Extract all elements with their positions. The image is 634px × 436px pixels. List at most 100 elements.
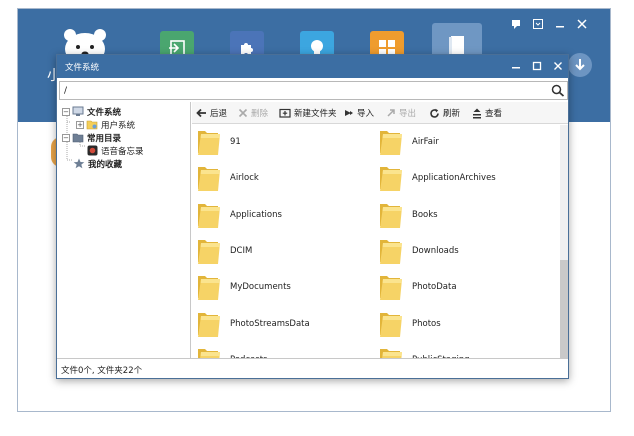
file-grid: 91 AirFair Airlock ApplicationArchives Appli… — [192, 125, 560, 358]
folder-icon — [380, 131, 402, 155]
folder-item[interactable]: DCIM — [196, 236, 366, 266]
folder-icon — [380, 276, 402, 301]
dialog-title: 文件系统 — [65, 63, 100, 73]
voice-memo-icon — [87, 145, 98, 156]
folder-icon — [198, 203, 220, 228]
folder-icon — [380, 348, 402, 358]
folder-name: MyDocuments — [230, 282, 291, 293]
folder-icon — [380, 312, 402, 337]
folder-name: Photos — [412, 318, 441, 329]
folder-icon — [380, 167, 402, 192]
folder-icon — [72, 133, 84, 143]
folder-item[interactable]: Books — [378, 200, 548, 230]
search-icon[interactable] — [551, 84, 565, 97]
folder-item[interactable]: AirFair — [378, 127, 548, 157]
dialog-maximize-icon[interactable] — [531, 60, 543, 72]
folder-item[interactable]: 91 — [196, 127, 366, 157]
import-arrow-icon — [345, 110, 353, 116]
feedback-icon[interactable] — [510, 18, 522, 30]
expand-icon[interactable]: + — [76, 120, 84, 129]
back-label: 后退 — [210, 109, 228, 119]
tree-item-label: 我的收藏 — [88, 159, 123, 170]
folder-tree: − 文件系统 + 用户系统 − 常用目录 语音备忘录 我的收藏 — [59, 102, 191, 358]
new-folder-label: 新建文件夹 — [294, 109, 337, 119]
download-button[interactable] — [568, 53, 592, 77]
folder-name: Airlock — [230, 173, 259, 184]
minimize-icon[interactable] — [554, 18, 566, 30]
export-button[interactable]: 导出 — [386, 106, 416, 120]
status-text: 文件0个, 文件夹22个 — [61, 366, 143, 376]
folder-user-icon — [86, 120, 98, 130]
folder-item[interactable]: Airlock — [196, 163, 366, 193]
folder-item[interactable]: PublicStaging — [378, 345, 548, 358]
folder-icon — [198, 348, 220, 358]
computer-icon — [72, 106, 84, 116]
tree-item-label: 语音备忘录 — [101, 146, 144, 157]
file-system-dialog: 文件系统 − 文件系统 + 用户系统 − 常用目录 语 — [56, 54, 569, 379]
folder-icon — [198, 276, 220, 301]
export-arrow-icon — [387, 109, 395, 117]
new-folder-button[interactable]: 新建文件夹 — [279, 106, 337, 120]
star-icon — [73, 158, 85, 169]
scrollbar-thumb[interactable] — [560, 260, 568, 358]
close-icon[interactable] — [576, 18, 588, 30]
folder-name: PhotoData — [412, 282, 457, 293]
tree-item-common-dirs[interactable]: − 常用目录 — [62, 131, 121, 144]
back-button[interactable]: 后退 — [196, 106, 227, 120]
folder-name: DCIM — [230, 245, 253, 256]
delete-label: 删除 — [251, 109, 269, 119]
new-folder-icon — [279, 108, 291, 118]
collapse-icon[interactable]: − — [62, 133, 70, 142]
folder-name: Downloads — [412, 245, 459, 256]
collapse-icon[interactable]: − — [62, 107, 70, 116]
folder-item[interactable]: PhotoStreamsData — [196, 309, 366, 339]
tree-item-voice-memos[interactable]: 语音备忘录 — [87, 144, 144, 157]
menu-icon[interactable] — [532, 18, 544, 30]
folder-name: PhotoStreamsData — [230, 318, 310, 329]
back-arrow-icon — [196, 108, 206, 118]
tree-item-user-system[interactable]: + 用户系统 — [76, 118, 135, 131]
folder-item[interactable]: ApplicationArchives — [378, 163, 548, 193]
download-arrow-icon — [575, 59, 585, 71]
export-label: 导出 — [399, 109, 417, 119]
status-bar: 文件0个, 文件夹22个 — [57, 358, 568, 378]
folder-item[interactable]: MyDocuments — [196, 272, 366, 302]
path-input[interactable] — [60, 82, 548, 99]
refresh-label: 刷新 — [443, 109, 461, 119]
view-label: 查看 — [485, 109, 503, 119]
folder-icon — [198, 312, 220, 337]
view-button[interactable]: 查看 — [472, 106, 502, 120]
import-button[interactable]: 导入 — [344, 106, 374, 120]
dialog-title-bar[interactable]: 文件系统 — [57, 55, 568, 78]
delete-x-icon — [238, 108, 248, 118]
folder-item[interactable]: Photos — [378, 309, 548, 339]
dialog-close-icon[interactable] — [552, 60, 564, 72]
folder-icon — [198, 131, 220, 155]
delete-button[interactable]: 删除 — [238, 106, 268, 120]
folder-icon — [198, 167, 220, 192]
folder-icon — [380, 203, 402, 228]
tree-item-label: 常用目录 — [87, 133, 122, 144]
tree-item-favorites[interactable]: 我的收藏 — [73, 157, 122, 170]
folder-item[interactable]: Applications — [196, 200, 366, 230]
folder-icon — [380, 239, 402, 264]
tree-item-label: 用户系统 — [101, 120, 136, 131]
view-icon — [473, 108, 481, 118]
tree-item-file-system[interactable]: − 文件系统 — [62, 105, 121, 118]
folder-name: Books — [412, 209, 438, 220]
refresh-icon — [430, 108, 439, 118]
vertical-scrollbar[interactable] — [560, 125, 568, 358]
file-toolbar: 后退 删除 新建文件夹 导入 导出 刷新 查看 — [192, 102, 568, 124]
refresh-button[interactable]: 刷新 — [429, 106, 460, 120]
folder-name: 91 — [230, 137, 241, 147]
tree-item-label: 文件系统 — [87, 107, 122, 118]
folder-name: Applications — [230, 209, 282, 220]
folder-item[interactable]: Podcasts — [196, 345, 366, 358]
folder-item[interactable]: PhotoData — [378, 272, 548, 302]
folder-item[interactable]: Downloads — [378, 236, 548, 266]
folder-icon — [198, 239, 220, 264]
folder-name: ApplicationArchives — [412, 173, 496, 184]
folder-name: AirFair — [412, 137, 439, 147]
dialog-minimize-icon[interactable] — [510, 60, 522, 72]
path-bar — [59, 81, 568, 100]
